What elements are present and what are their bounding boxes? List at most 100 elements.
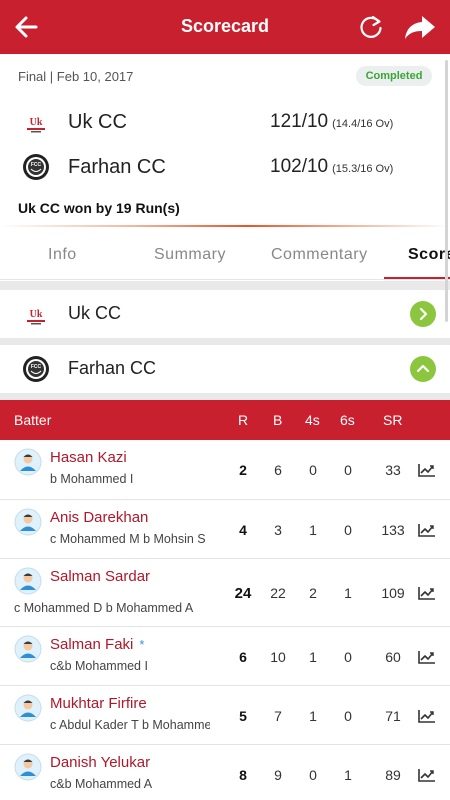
player-avatar-icon (14, 753, 42, 781)
stats-trend-icon[interactable] (418, 768, 436, 782)
stats-trend-icon[interactable] (418, 650, 436, 664)
batter-name[interactable]: Anis Darekhan (50, 509, 148, 526)
batter-row[interactable]: Salman Faki * c&b Mohammed I 6 10 1 0 60 (0, 627, 450, 686)
svg-text:FCC: FCC (31, 162, 42, 168)
sixes-value: 1 (344, 767, 352, 783)
team-logo-farhancc: FCC (22, 355, 50, 383)
balls-value: 6 (274, 462, 282, 478)
divider (0, 281, 450, 290)
runs-value: 8 (239, 767, 247, 783)
runs-value: 5 (239, 708, 247, 724)
strike-rate-value: 60 (385, 649, 401, 665)
svg-text:Uk: Uk (30, 117, 43, 128)
batter-name[interactable]: Salman Sardar (50, 568, 150, 585)
share-icon[interactable] (402, 11, 438, 43)
balls-value: 22 (270, 585, 286, 601)
col-sixes: 6s (340, 412, 355, 428)
team-score-row: Uk Uk CC 121/10 (14.4/16 Ov) (0, 102, 450, 142)
batter-row[interactable]: Anis Darekhan c Mohammed M b Mohsin S 4 3 1 0… (0, 500, 450, 559)
batter-row[interactable]: Hasan Kazi b Mohammed I 2 6 0 0 33 (0, 440, 450, 500)
runs-value: 24 (234, 585, 252, 602)
chevron-right-icon[interactable] (410, 301, 436, 327)
col-runs: R (238, 412, 249, 428)
team-score: 121/10 (14.4/16 Ov) (270, 111, 393, 133)
tab-scorecard[interactable]: Scorecard (408, 246, 450, 264)
svg-text:FCC: FCC (31, 364, 42, 370)
dismissal-text: c&b Mohammed I (50, 659, 148, 673)
batter-name[interactable]: Danish Yelukar (50, 754, 150, 771)
tab-commentary[interactable]: Commentary (271, 246, 368, 264)
match-result: Uk CC won by 19 Run(s) (18, 200, 180, 216)
dismissal-text: c Abdul Kader T b Mohamme (50, 718, 210, 732)
balls-value: 7 (274, 708, 282, 724)
overs: (15.3/16 Ov) (332, 163, 394, 175)
batter-name-text: Salman Faki (50, 636, 134, 653)
batter-name[interactable]: Hasan Kazi (50, 449, 127, 466)
col-fours: 4s (305, 412, 320, 428)
scorecard-screen: Scorecard Final | Feb 10, 2017 Completed… (0, 0, 450, 800)
fours-value: 0 (309, 767, 317, 783)
section-team-name: Uk CC (68, 303, 121, 323)
col-batter: Batter (14, 412, 52, 428)
sixes-value: 0 (344, 522, 352, 538)
batter-name-text: Anis Darekhan (50, 509, 149, 526)
fours-value: 1 (309, 649, 317, 665)
batting-table-header: Batter R B 4s 6s SR (0, 400, 450, 440)
innings-section-farhancc[interactable]: FCC Farhan CC (0, 345, 450, 393)
strike-rate-value: 71 (385, 708, 401, 724)
fours-value: 2 (309, 585, 317, 601)
sixes-value: 0 (344, 708, 352, 724)
active-tab-indicator (384, 277, 450, 279)
batter-name[interactable]: Salman Faki * (50, 636, 144, 653)
col-balls: B (273, 412, 283, 428)
stats-trend-icon[interactable] (418, 523, 436, 537)
balls-value: 3 (274, 522, 282, 538)
batter-name[interactable]: Mukhtar Firfire (50, 695, 147, 712)
runs-wickets: 102/10 (270, 156, 329, 177)
stats-trend-icon[interactable] (418, 709, 436, 723)
team-logo-ukcc: Uk (22, 300, 50, 328)
captain-star: * (139, 637, 145, 652)
team-logo-ukcc: Uk (22, 108, 50, 136)
sixes-value: 0 (344, 649, 352, 665)
player-avatar-icon (14, 567, 42, 595)
tab-info[interactable]: Info (48, 246, 77, 264)
stats-trend-icon[interactable] (418, 586, 436, 600)
batter-name-text: Salman Sardar (50, 568, 151, 585)
fours-value: 1 (309, 522, 317, 538)
fours-value: 0 (309, 462, 317, 478)
player-avatar-icon (14, 508, 42, 536)
strike-rate-value: 33 (385, 462, 401, 478)
balls-value: 10 (270, 649, 286, 665)
batter-name-text: Hasan Kazi (50, 449, 127, 466)
divider (0, 393, 450, 400)
team-name: Uk CC (68, 111, 127, 133)
tab-summary[interactable]: Summary (154, 246, 226, 264)
batter-row[interactable]: Mukhtar Firfire c Abdul Kader T b Mohamme… (0, 686, 450, 745)
strike-rate-value: 133 (381, 522, 405, 538)
chevron-up-icon[interactable] (410, 356, 436, 382)
batter-row[interactable]: Salman Sardar c Mohammed D b Mohammed A 24… (0, 559, 450, 627)
status-badge: Completed (356, 66, 432, 86)
match-meta: Final | Feb 10, 2017 (18, 69, 134, 84)
player-avatar-icon (14, 694, 42, 722)
batter-row[interactable]: Danish Yelukar c&b Mohammed A 8 9 0 1 89 (0, 745, 450, 800)
refresh-icon[interactable] (355, 11, 387, 43)
runs-wickets: 121/10 (270, 111, 329, 132)
innings-section-ukcc[interactable]: Uk Uk CC (0, 290, 450, 338)
team-logo-farhancc: FCC (22, 153, 50, 181)
divider (0, 225, 450, 227)
top-app-bar: Scorecard (0, 0, 450, 54)
stats-trend-icon[interactable] (418, 463, 436, 477)
team-name: Farhan CC (68, 156, 166, 178)
balls-value: 9 (274, 767, 282, 783)
section-team-name: Farhan CC (68, 358, 157, 378)
col-strike-rate: SR (383, 412, 403, 428)
svg-text:Uk: Uk (30, 309, 43, 320)
runs-value: 2 (239, 462, 247, 478)
dismissal-text: c&b Mohammed A (50, 777, 153, 791)
dismissal-text: c Mohammed M b Mohsin S (50, 532, 206, 546)
scrollbar[interactable] (445, 60, 448, 322)
strike-rate-value: 89 (385, 767, 401, 783)
sixes-value: 0 (344, 462, 352, 478)
